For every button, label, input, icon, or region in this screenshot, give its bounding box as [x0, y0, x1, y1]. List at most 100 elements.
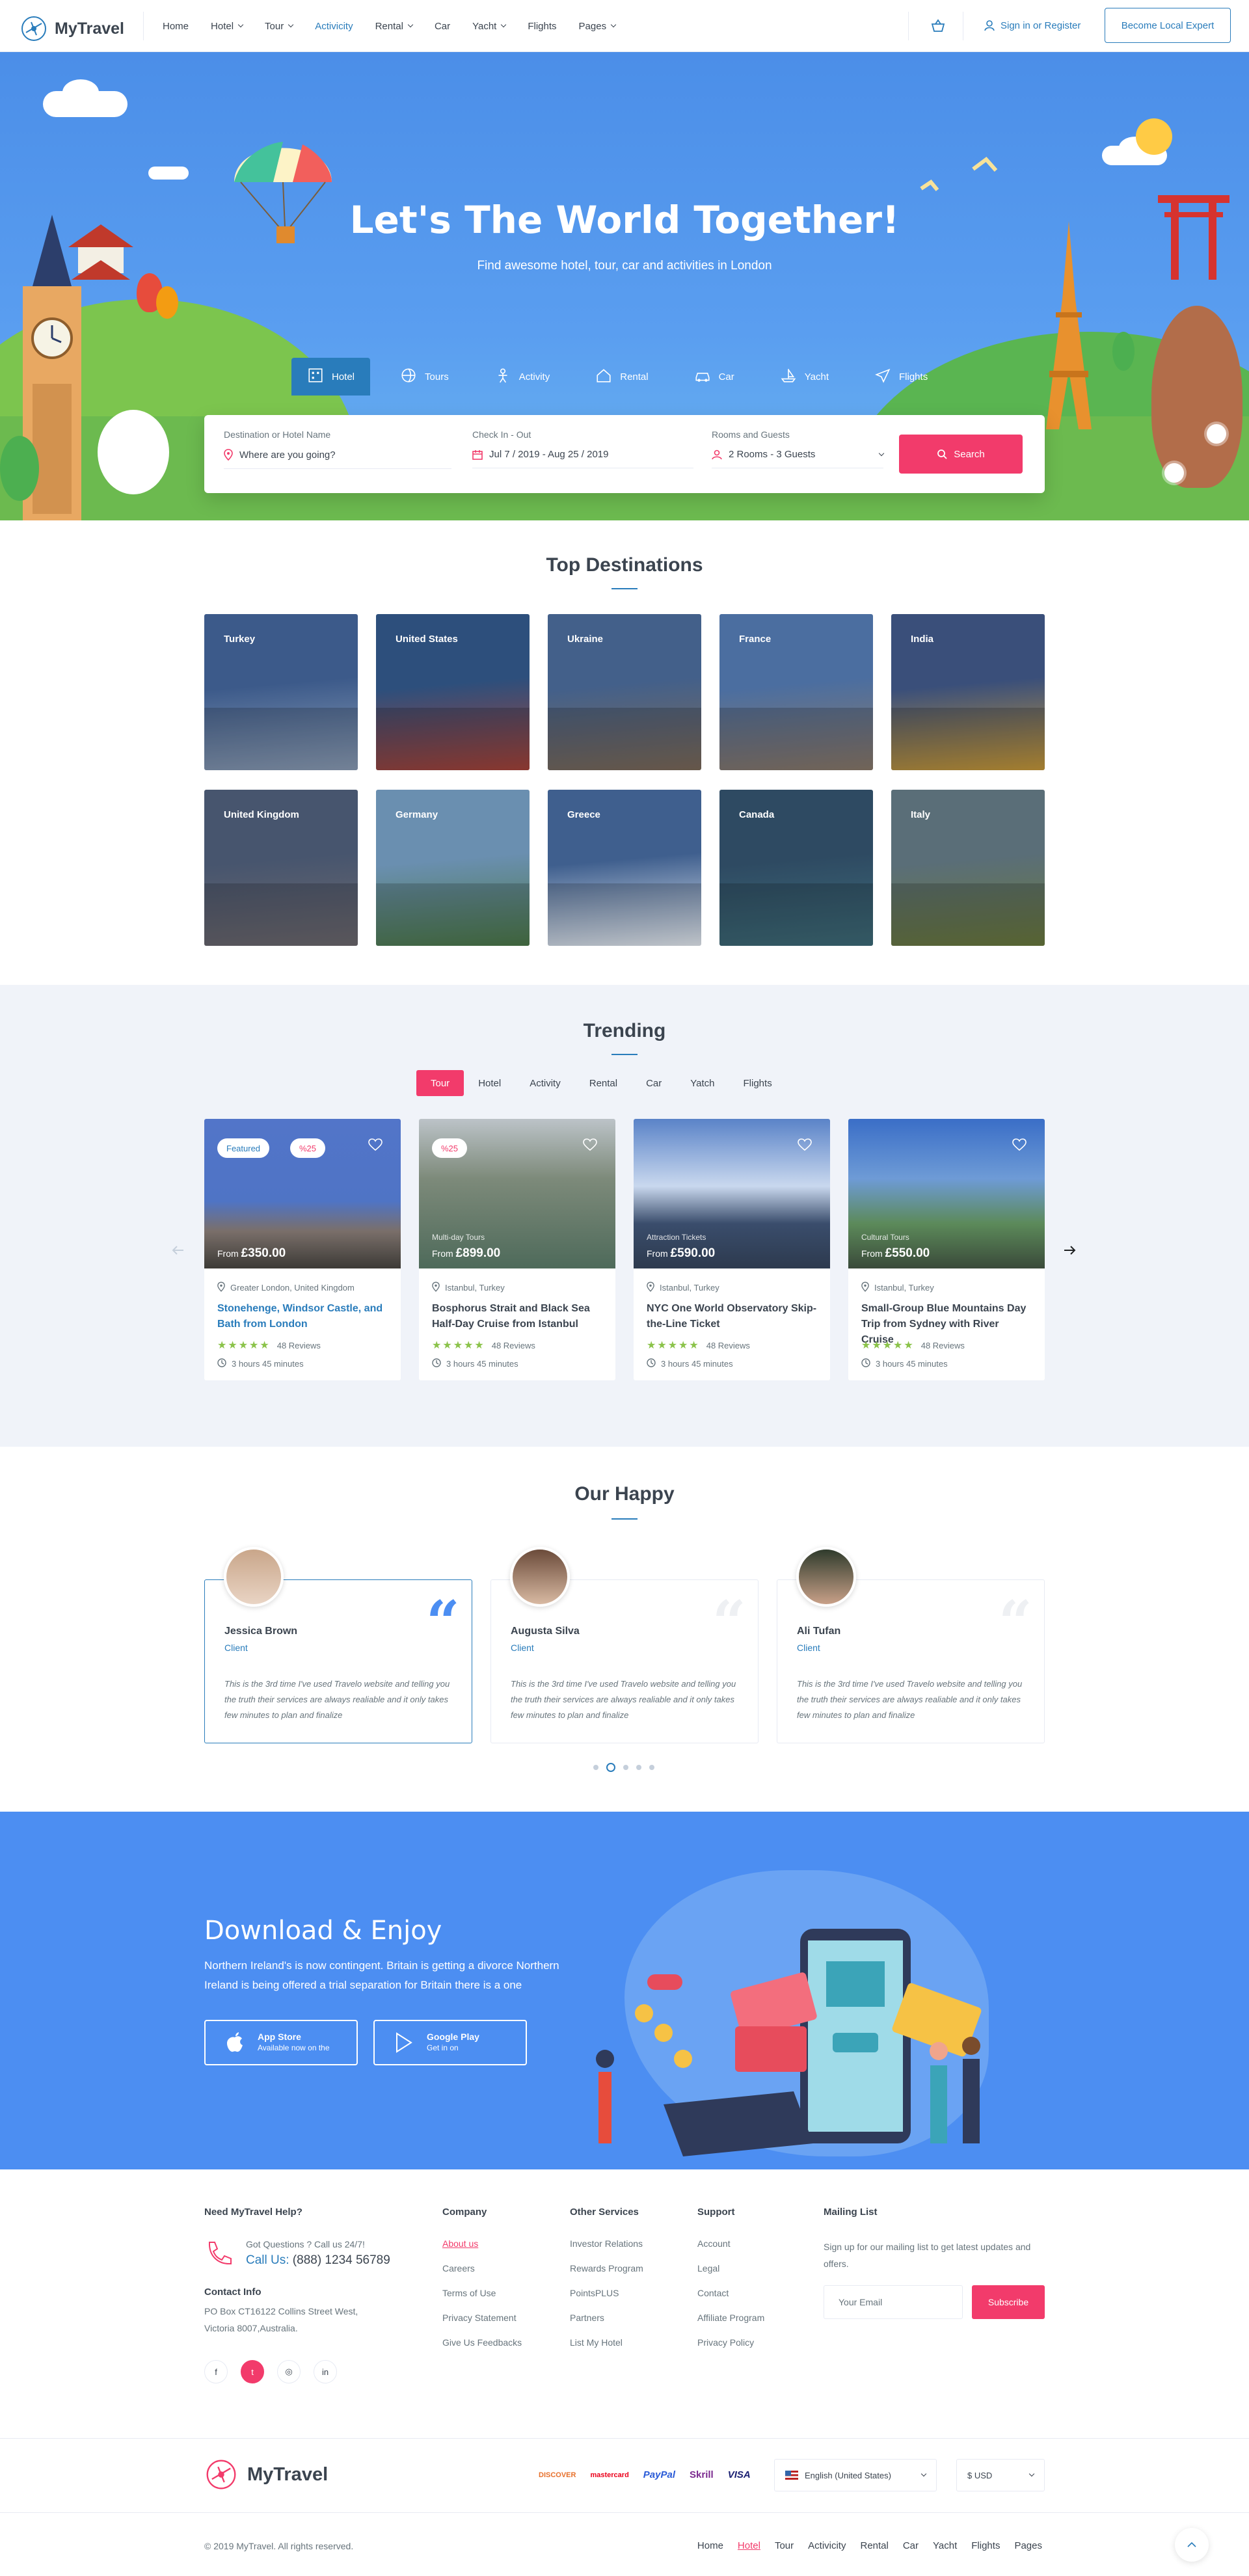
destination-card[interactable]: Turkey: [204, 614, 358, 770]
footer-support-link[interactable]: Account: [697, 2238, 764, 2249]
heart-icon[interactable]: [798, 1138, 812, 1155]
trending-tab-hotel[interactable]: Hotel: [464, 1070, 515, 1096]
app-store-button[interactable]: App Store Available now on the: [204, 2020, 358, 2065]
tab-hotel[interactable]: Hotel: [291, 358, 371, 396]
footer-phone[interactable]: (888) 1234 56789: [293, 2253, 390, 2267]
footer-support-link[interactable]: Affiliate Program: [697, 2313, 764, 2323]
nav-item-label: Activicity: [315, 20, 353, 32]
footer-nav-item[interactable]: Car: [903, 2540, 919, 2551]
footer-nav-item[interactable]: Flights: [971, 2540, 1000, 2551]
subscribe-button[interactable]: Subscribe: [972, 2285, 1045, 2319]
footer-company-link[interactable]: Give Us Feedbacks: [442, 2337, 522, 2348]
footer-services-link[interactable]: Partners: [570, 2313, 643, 2323]
arrow-right-icon[interactable]: [1062, 1242, 1077, 1258]
footer-services-link[interactable]: List My Hotel: [570, 2337, 643, 2348]
become-expert-button[interactable]: Become Local Expert: [1105, 8, 1231, 43]
destination-card[interactable]: Ukraine: [548, 614, 701, 770]
footer-nav-item[interactable]: Activicity: [808, 2540, 846, 2551]
tab-flights[interactable]: Flights: [859, 358, 943, 396]
signin-link[interactable]: Sign in or Register: [984, 20, 1081, 31]
logo[interactable]: MyTravel: [20, 14, 124, 43]
twitter-icon[interactable]: t: [241, 2360, 264, 2383]
tour-card[interactable]: Featured %25 From £350.00 Greater London, U…: [204, 1119, 401, 1380]
footer-logo[interactable]: MyTravel: [204, 2458, 328, 2491]
currency-select[interactable]: $ USD: [956, 2459, 1045, 2491]
trending-tab-tour[interactable]: Tour: [416, 1070, 464, 1096]
google-play-button[interactable]: Google Play Get in on: [373, 2020, 527, 2065]
linkedin-icon[interactable]: in: [314, 2360, 337, 2383]
footer-support-link[interactable]: Privacy Policy: [697, 2337, 764, 2348]
dates-input[interactable]: Jul 7 / 2019 - Aug 25 / 2019: [489, 449, 608, 460]
nav-item-home[interactable]: Home: [163, 21, 189, 32]
destination-card[interactable]: United States: [376, 614, 530, 770]
heart-icon[interactable]: [583, 1138, 597, 1155]
destination-card[interactable]: India: [891, 614, 1045, 770]
heart-icon[interactable]: [1012, 1138, 1027, 1155]
tour-card[interactable]: %25 Multi-day Tours From £899.00 Istanbul, …: [419, 1119, 615, 1380]
destination-input[interactable]: Where are you going?: [239, 449, 336, 461]
footer-company-link[interactable]: About us: [442, 2238, 522, 2249]
carousel-dot[interactable]: [606, 1763, 615, 1772]
footer-nav-item[interactable]: Yacht: [933, 2540, 957, 2551]
carousel-dot[interactable]: [649, 1765, 654, 1770]
destination-card[interactable]: United Kingdom: [204, 790, 358, 946]
footer-company-link[interactable]: Careers: [442, 2263, 522, 2274]
arrow-left-icon[interactable]: [170, 1242, 186, 1258]
nav-item-rental[interactable]: Rental: [375, 21, 414, 32]
footer-company-link[interactable]: Terms of Use: [442, 2288, 522, 2298]
carousel-dot[interactable]: [636, 1765, 641, 1770]
footer-nav-item[interactable]: Home: [697, 2540, 723, 2551]
destination-card[interactable]: Germany: [376, 790, 530, 946]
footer-nav-item[interactable]: Tour: [775, 2540, 794, 2551]
heart-icon[interactable]: [368, 1138, 383, 1155]
tour-title[interactable]: NYC One World Observatory Skip-the-Line …: [647, 1301, 817, 1332]
carousel-dot[interactable]: [623, 1765, 628, 1770]
nav-item-tour[interactable]: Tour: [265, 21, 294, 32]
guests-select[interactable]: 2 Rooms - 3 Guests: [729, 449, 815, 460]
nav-item-yacht[interactable]: Yacht: [472, 21, 507, 32]
footer-nav-item[interactable]: Hotel: [738, 2540, 760, 2551]
footer-company-link[interactable]: Privacy Statement: [442, 2313, 522, 2323]
destination-field[interactable]: Destination or Hotel Name Where are you …: [224, 429, 451, 469]
nav-item-activicity[interactable]: Activicity: [315, 21, 353, 32]
footer-support-link[interactable]: Legal: [697, 2263, 764, 2274]
trending-tab-yatch[interactable]: Yatch: [676, 1070, 729, 1096]
footer-nav-item[interactable]: Pages: [1014, 2540, 1042, 2551]
guests-field[interactable]: Rooms and Guests 2 Rooms - 3 Guests: [712, 429, 885, 468]
trending-tab-activity[interactable]: Activity: [515, 1070, 575, 1096]
language-select[interactable]: English (United States): [774, 2459, 937, 2491]
footer-support-link[interactable]: Contact: [697, 2288, 764, 2298]
carousel-dot[interactable]: [593, 1765, 598, 1770]
destination-card[interactable]: France: [719, 614, 873, 770]
trending-tab-flights[interactable]: Flights: [729, 1070, 786, 1096]
destination-card[interactable]: Canada: [719, 790, 873, 946]
tab-yacht[interactable]: Yacht: [764, 358, 844, 396]
tour-card[interactable]: Attraction Tickets From £590.00 Istanbul, …: [634, 1119, 830, 1380]
nav-item-pages[interactable]: Pages: [579, 21, 617, 32]
nav-item-flights[interactable]: Flights: [528, 21, 556, 32]
instagram-icon[interactable]: ◎: [277, 2360, 301, 2383]
tour-card[interactable]: Cultural Tours From £550.00 Istanbul, Turk…: [848, 1119, 1045, 1380]
footer-services-link[interactable]: Rewards Program: [570, 2263, 643, 2274]
nav-item-hotel[interactable]: Hotel: [211, 21, 244, 32]
back-to-top-button[interactable]: [1175, 2528, 1209, 2562]
footer-services-link[interactable]: Investor Relations: [570, 2238, 643, 2249]
destination-card[interactable]: Greece: [548, 790, 701, 946]
cart-icon[interactable]: [930, 18, 946, 34]
email-input[interactable]: Your Email: [824, 2285, 963, 2319]
trending-tab-rental[interactable]: Rental: [575, 1070, 632, 1096]
search-button[interactable]: Search: [899, 435, 1023, 474]
tab-activity[interactable]: Activity: [479, 358, 566, 396]
trending-tab-car[interactable]: Car: [632, 1070, 676, 1096]
tour-title[interactable]: Stonehenge, Windsor Castle, and Bath fro…: [217, 1301, 388, 1332]
footer-services-link[interactable]: PointsPLUS: [570, 2288, 643, 2298]
tour-title[interactable]: Bosphorus Strait and Black Sea Half-Day …: [432, 1301, 602, 1332]
tab-tours[interactable]: Tours: [384, 358, 464, 396]
nav-item-car[interactable]: Car: [435, 21, 450, 32]
tab-car[interactable]: Car: [678, 358, 750, 396]
tab-rental[interactable]: Rental: [580, 358, 664, 396]
footer-nav-item[interactable]: Rental: [860, 2540, 888, 2551]
dates-field[interactable]: Check In - Out Jul 7 / 2019 - Aug 25 / 2…: [472, 429, 693, 468]
facebook-icon[interactable]: f: [204, 2360, 228, 2383]
destination-card[interactable]: Italy: [891, 790, 1045, 946]
